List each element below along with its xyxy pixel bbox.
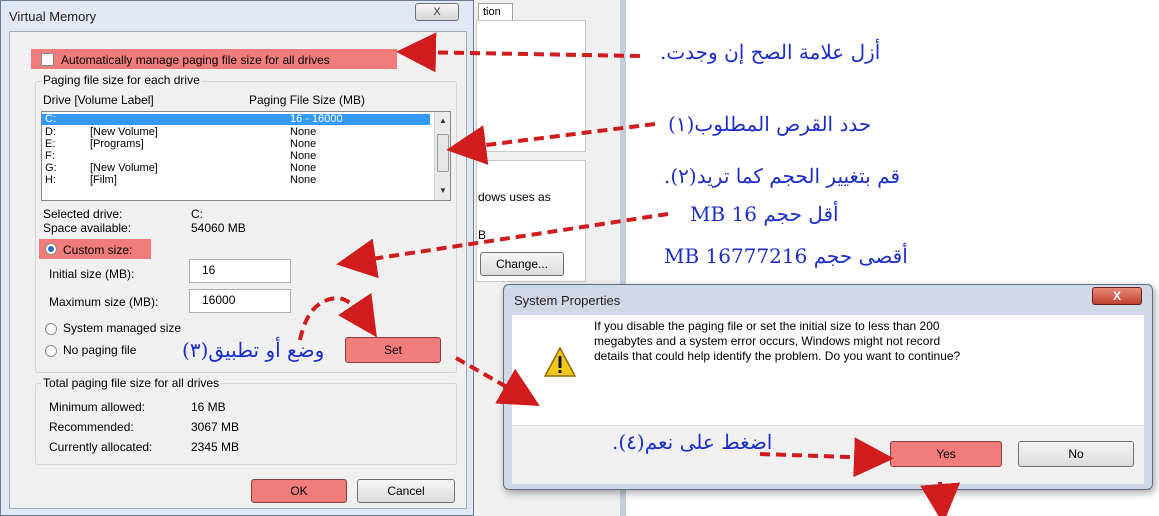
arrow-to-dialog [455,356,540,406]
arrow-down [920,481,961,516]
arrow-set [298,292,377,341]
arrow-uncheck [396,32,641,73]
arrow-step2 [336,212,669,279]
arrow-step1 [446,122,656,165]
annotation-arrows [298,32,961,516]
arrow-step4 [759,437,894,478]
